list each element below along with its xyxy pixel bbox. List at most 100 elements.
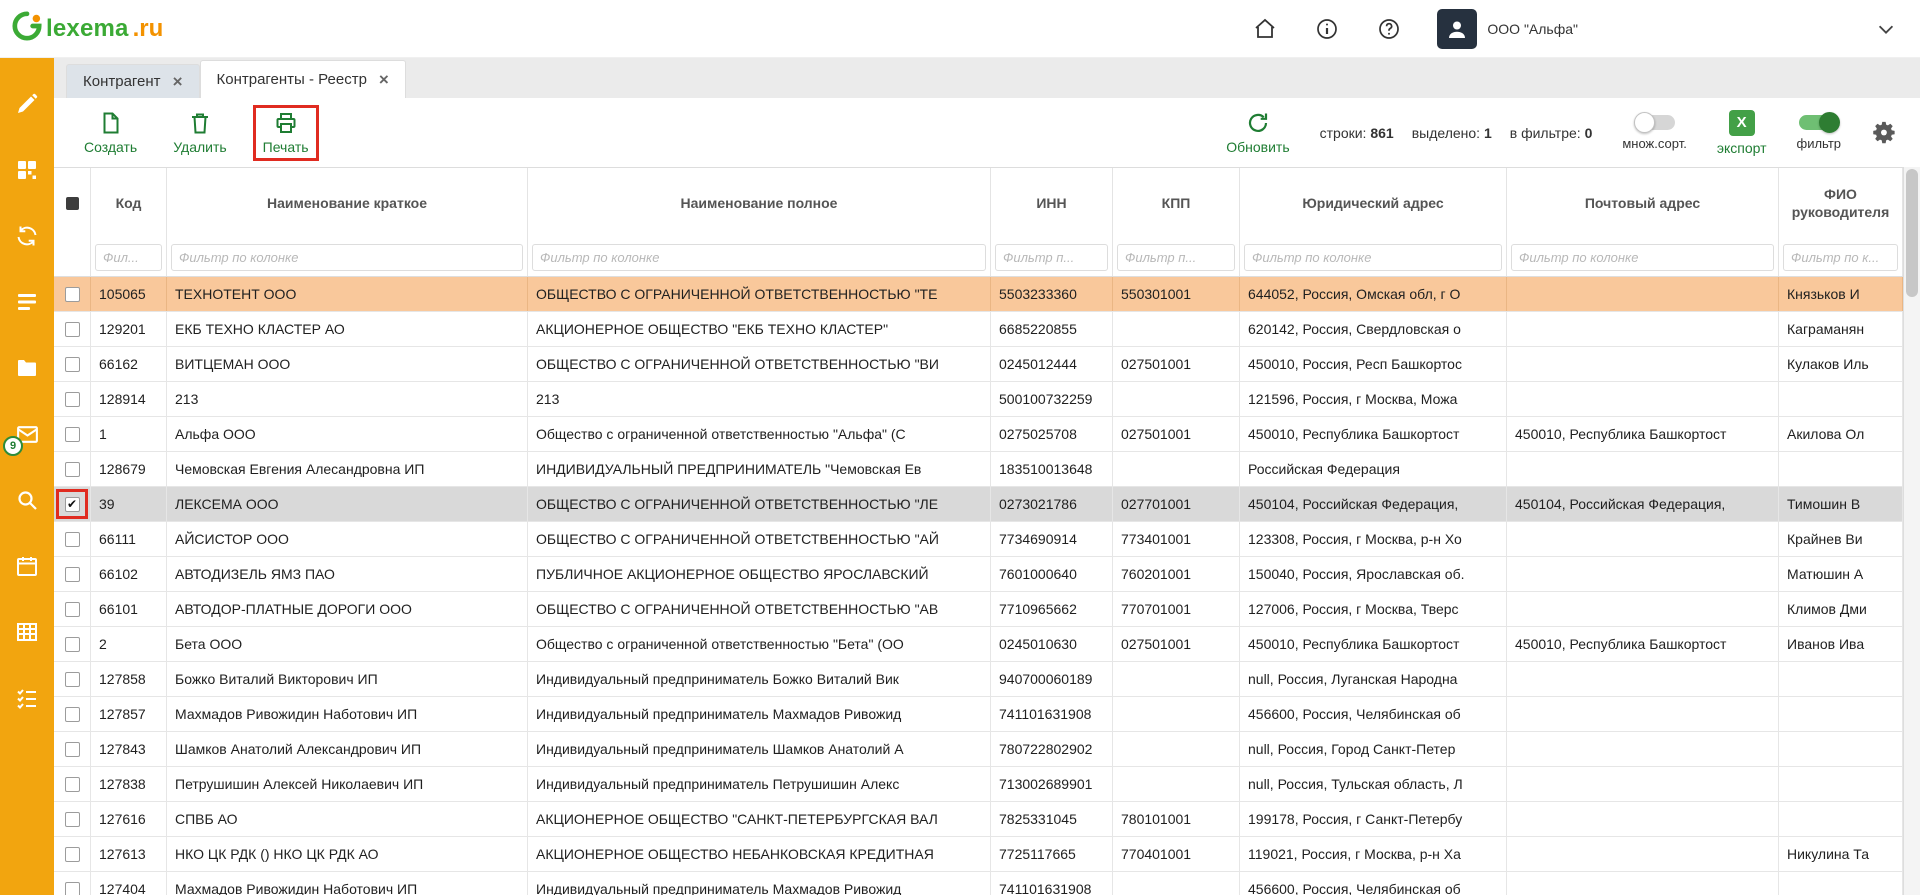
cell-inn: 741101631908 bbox=[991, 697, 1113, 731]
column-header-fio[interactable]: ФИО руководителя bbox=[1779, 168, 1903, 239]
tab-close-icon[interactable]: × bbox=[173, 73, 183, 90]
chevron-down-icon[interactable] bbox=[1872, 15, 1900, 43]
table-row[interactable]: 128914213213500100732259121596, Россия, … bbox=[54, 382, 1903, 417]
filter-input-full-name[interactable] bbox=[532, 244, 986, 271]
column-header-postal-address[interactable]: Почтовый адрес bbox=[1507, 168, 1779, 239]
delete-button[interactable]: Удалить bbox=[173, 111, 226, 155]
sync-icon[interactable] bbox=[13, 222, 41, 250]
main-area: Контрагент × Контрагенты - Реестр × Созд… bbox=[54, 58, 1920, 895]
column-header-code[interactable]: Код bbox=[91, 168, 167, 239]
cell-code: 128914 bbox=[91, 382, 167, 416]
filter-input-fio[interactable] bbox=[1783, 244, 1898, 271]
cell-inn: 940700060189 bbox=[991, 662, 1113, 696]
table-row[interactable]: 66111АЙСИСТОР ООООБЩЕСТВО С ОГРАНИЧЕННОЙ… bbox=[54, 522, 1903, 557]
column-header-legal-address[interactable]: Юридический адрес bbox=[1240, 168, 1507, 239]
create-button[interactable]: Создать bbox=[84, 111, 137, 155]
table-row[interactable]: 66101АВТОДОР-ПЛАТНЫЕ ДОРОГИ ООООБЩЕСТВО … bbox=[54, 592, 1903, 627]
filter-input-inn[interactable] bbox=[995, 244, 1108, 271]
row-checkbox[interactable] bbox=[54, 837, 91, 871]
help-icon[interactable] bbox=[1375, 15, 1403, 43]
edit-icon[interactable] bbox=[13, 90, 41, 118]
search-icon[interactable] bbox=[13, 486, 41, 514]
cell-code: 128679 bbox=[91, 452, 167, 486]
multisort-switch[interactable] bbox=[1635, 115, 1675, 130]
row-checkbox[interactable] bbox=[54, 872, 91, 895]
row-checkbox[interactable] bbox=[54, 382, 91, 416]
row-checkbox[interactable] bbox=[54, 557, 91, 591]
export-button[interactable]: X экспорт bbox=[1717, 110, 1767, 156]
cell-full-name: Общество с ограниченной ответственностью… bbox=[528, 627, 991, 661]
vertical-scrollbar[interactable] bbox=[1903, 167, 1920, 895]
table-row[interactable]: 127616СПВБ АОАКЦИОНЕРНОЕ ОБЩЕСТВО "САНКТ… bbox=[54, 802, 1903, 837]
table-row[interactable]: 66162ВИТЦЕМАН ООООБЩЕСТВО С ОГРАНИЧЕННОЙ… bbox=[54, 347, 1903, 382]
row-checkbox[interactable]: ✔ bbox=[54, 487, 91, 521]
table-row[interactable]: 127858Божко Виталий Викторович ИПИндивид… bbox=[54, 662, 1903, 697]
cell-inn: 741101631908 bbox=[991, 872, 1113, 895]
tab-kontragent[interactable]: Контрагент × bbox=[66, 64, 200, 98]
table-row[interactable]: 66102АВТОДИЗЕЛЬ ЯМЗ ПАОПУБЛИЧНОЕ АКЦИОНЕ… bbox=[54, 557, 1903, 592]
row-checkbox[interactable] bbox=[54, 592, 91, 626]
refresh-button[interactable]: Обновить bbox=[1226, 111, 1289, 155]
filter-input-postal-address[interactable] bbox=[1511, 244, 1774, 271]
row-checkbox[interactable] bbox=[54, 277, 91, 311]
row-checkbox[interactable] bbox=[54, 347, 91, 381]
cell-inn: 0245012444 bbox=[991, 347, 1113, 381]
cell-fio: Каграманян bbox=[1779, 312, 1903, 346]
cell-kpp: 770701001 bbox=[1113, 592, 1240, 626]
scrollbar-thumb[interactable] bbox=[1906, 169, 1918, 297]
filter-input-code[interactable] bbox=[95, 244, 162, 271]
table-row[interactable]: 105065ТЕХНОТЕНТ ООООБЩЕСТВО С ОГРАНИЧЕНН… bbox=[54, 277, 1903, 312]
column-header-kpp[interactable]: КПП bbox=[1113, 168, 1240, 239]
row-checkbox[interactable] bbox=[54, 767, 91, 801]
filter-input-legal-address[interactable] bbox=[1244, 244, 1502, 271]
row-checkbox[interactable] bbox=[54, 662, 91, 696]
table-row[interactable]: 127843Шамков Анатолий Александрович ИПИн… bbox=[54, 732, 1903, 767]
cell-kpp: 770401001 bbox=[1113, 837, 1240, 871]
filter-input-short-name[interactable] bbox=[171, 244, 523, 271]
table-row[interactable]: 127613НКО ЦК РДК () НКО ЦК РДК АОАКЦИОНЕ… bbox=[54, 837, 1903, 872]
row-checkbox[interactable] bbox=[54, 417, 91, 451]
filter-input-kpp[interactable] bbox=[1117, 244, 1235, 271]
column-header-short-name[interactable]: Наименование краткое bbox=[167, 168, 528, 239]
table-row[interactable]: 127404Махмадов Ривожидин Наботович ИПИнд… bbox=[54, 872, 1903, 895]
row-checkbox[interactable] bbox=[54, 697, 91, 731]
table-row[interactable]: 127838Петрушишин Алексей Николаевич ИПИн… bbox=[54, 767, 1903, 802]
row-checkbox[interactable] bbox=[54, 522, 91, 556]
table-row[interactable]: 1Альфа ООООбщество с ограниченной ответс… bbox=[54, 417, 1903, 452]
table-row[interactable]: 128679Чемовская Евгения Алесандровна ИПИ… bbox=[54, 452, 1903, 487]
filter-toggle[interactable]: фильтр bbox=[1797, 115, 1841, 151]
info-icon[interactable] bbox=[1313, 15, 1341, 43]
cell-inn: 7734690914 bbox=[991, 522, 1113, 556]
user-avatar[interactable] bbox=[1437, 9, 1477, 49]
logo[interactable]: lexema.ru bbox=[0, 11, 163, 46]
mail-icon[interactable]: 9 bbox=[13, 420, 41, 448]
row-checkbox[interactable] bbox=[54, 452, 91, 486]
tab-kontragenty-reestr[interactable]: Контрагенты - Реестр × bbox=[200, 60, 406, 98]
gear-icon[interactable] bbox=[1871, 119, 1898, 146]
column-header-inn[interactable]: ИНН bbox=[991, 168, 1113, 239]
cell-inn: 7825331045 bbox=[991, 802, 1113, 836]
table-row[interactable]: 2Бета ООООбщество с ограниченной ответст… bbox=[54, 627, 1903, 662]
row-checkbox[interactable] bbox=[54, 627, 91, 661]
home-icon[interactable] bbox=[1251, 15, 1279, 43]
select-all-checkbox[interactable] bbox=[54, 168, 91, 239]
row-checkbox[interactable] bbox=[54, 802, 91, 836]
print-button[interactable]: Печать bbox=[263, 111, 309, 155]
row-checkbox[interactable] bbox=[54, 732, 91, 766]
row-checkbox[interactable] bbox=[54, 312, 91, 346]
table-icon[interactable] bbox=[13, 618, 41, 646]
list-icon[interactable] bbox=[13, 288, 41, 316]
tab-close-icon[interactable]: × bbox=[379, 71, 389, 88]
modules-icon[interactable] bbox=[13, 156, 41, 184]
tasks-icon[interactable] bbox=[13, 684, 41, 712]
multisort-toggle[interactable]: множ.сорт. bbox=[1622, 115, 1686, 151]
table-row[interactable]: 129201ЕКБ ТЕХНО КЛАСТЕР АОАКЦИОНЕРНОЕ ОБ… bbox=[54, 312, 1903, 347]
folder-icon[interactable] bbox=[13, 354, 41, 382]
cell-postal-address bbox=[1507, 382, 1779, 416]
calendar-icon[interactable] bbox=[13, 552, 41, 580]
column-header-full-name[interactable]: Наименование полное bbox=[528, 168, 991, 239]
filter-switch[interactable] bbox=[1799, 115, 1839, 130]
excel-icon: X bbox=[1729, 110, 1755, 136]
table-row[interactable]: ✔39ЛЕКСЕМА ООООБЩЕСТВО С ОГРАНИЧЕННОЙ ОТ… bbox=[54, 487, 1903, 522]
table-row[interactable]: 127857Махмадов Ривожидин Наботович ИПИнд… bbox=[54, 697, 1903, 732]
